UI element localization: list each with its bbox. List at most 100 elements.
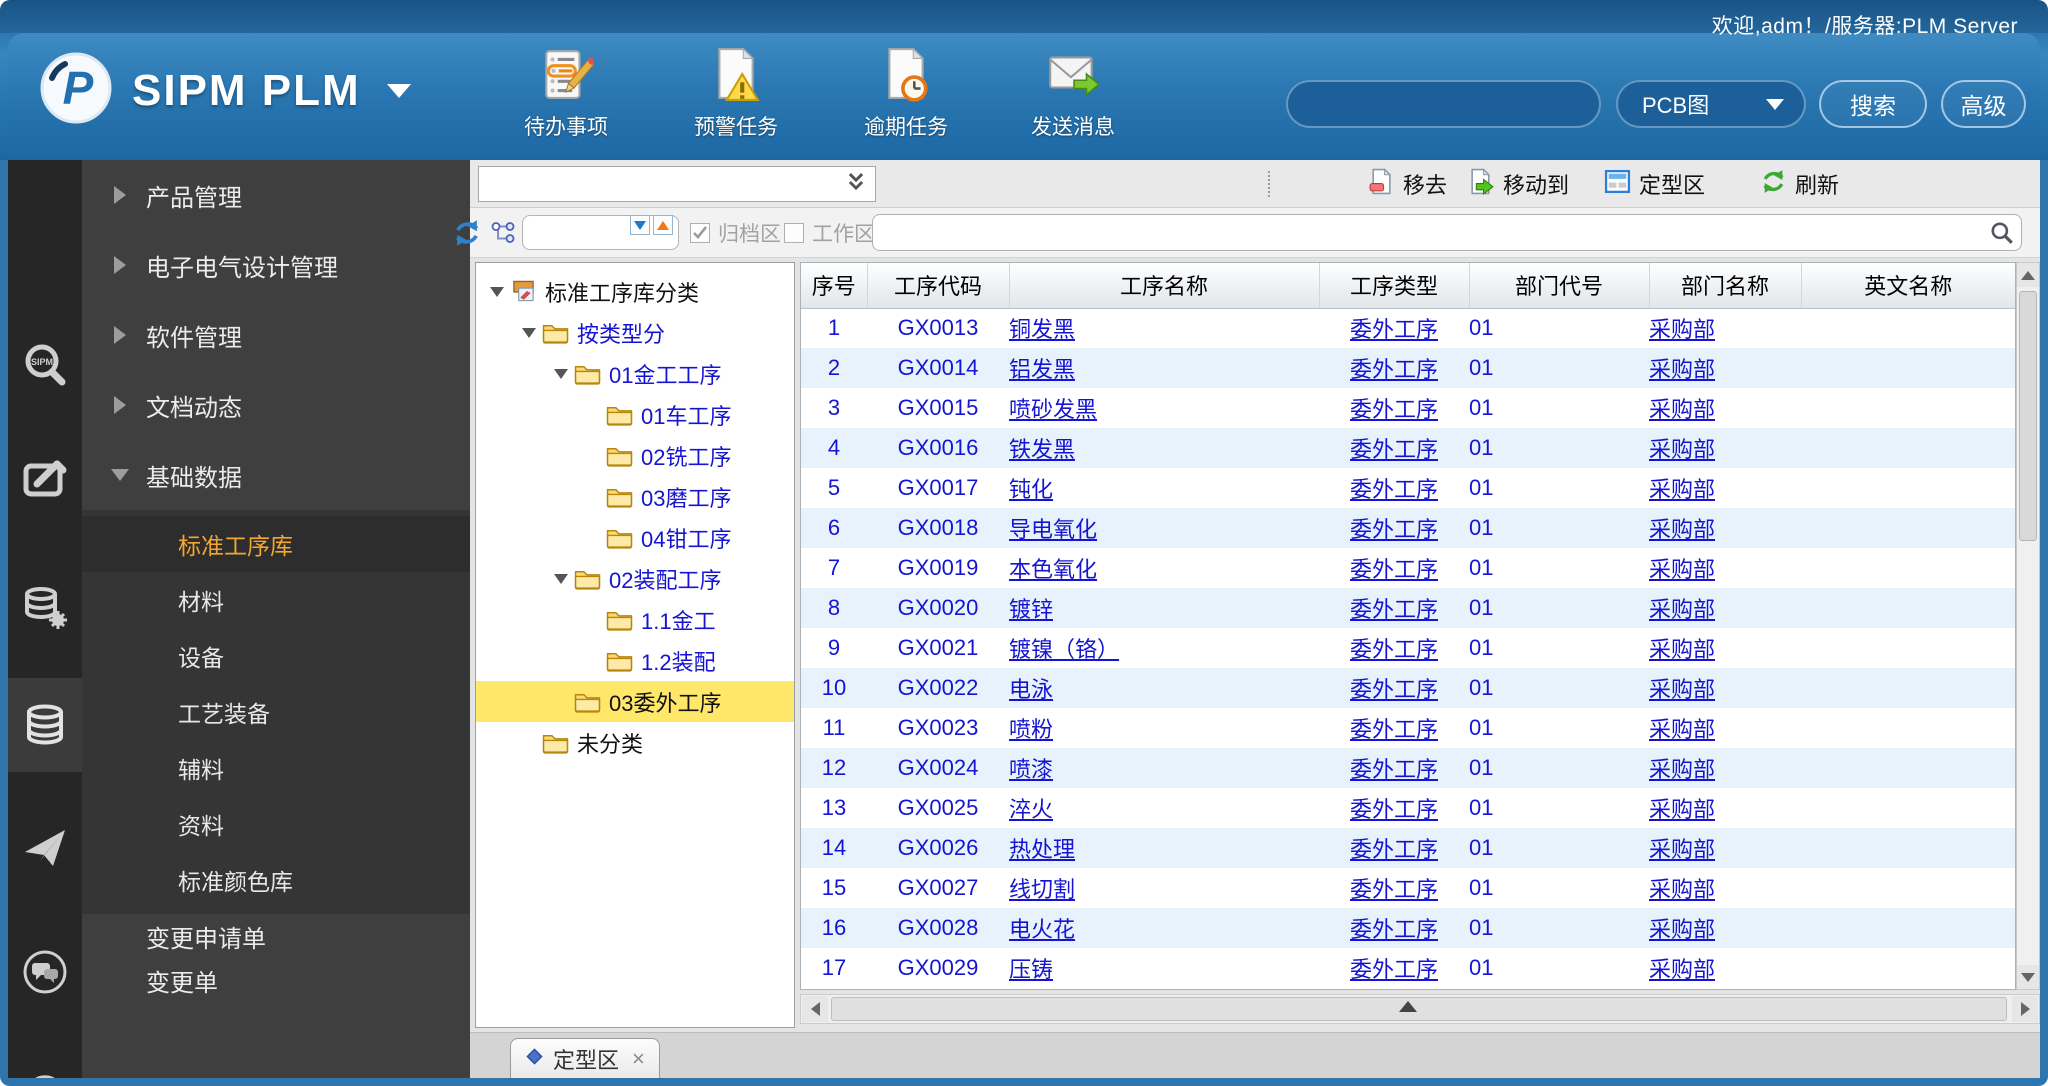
table-row[interactable]: 1 GX0013 铜发黑 委外工序 01 采购部 bbox=[801, 308, 2015, 348]
tab-finalize-area[interactable]: 定型区 × bbox=[510, 1038, 660, 1079]
scroll-right-button[interactable] bbox=[2012, 996, 2038, 1022]
cell-name[interactable]: 线切割 bbox=[1009, 868, 1319, 908]
cell-name[interactable]: 压铸 bbox=[1009, 948, 1319, 988]
cell-name[interactable]: 铜发黑 bbox=[1009, 308, 1319, 348]
cell-type[interactable]: 委外工序 bbox=[1319, 348, 1469, 388]
advanced-search-button[interactable]: 高级 bbox=[1941, 80, 2026, 128]
cell-type[interactable]: 委外工序 bbox=[1319, 308, 1469, 348]
cell-name[interactable]: 镀锌 bbox=[1009, 588, 1319, 628]
sidebar-subitem[interactable]: 工艺装备 bbox=[82, 684, 470, 740]
archive-area-checkbox[interactable] bbox=[690, 223, 710, 243]
cell-dcode[interactable]: 01 bbox=[1469, 708, 1649, 748]
cell-code[interactable]: GX0026 bbox=[867, 828, 1009, 868]
tree-expand-arrow-icon[interactable] bbox=[550, 568, 572, 590]
tree-node[interactable]: 01金工工序 bbox=[476, 353, 794, 394]
cell-dcode[interactable]: 01 bbox=[1469, 788, 1649, 828]
cell-dname[interactable]: 采购部 bbox=[1649, 748, 1801, 788]
sidebar-item[interactable]: 软件管理 bbox=[82, 300, 470, 370]
tree-node[interactable]: 03磨工序 bbox=[476, 476, 794, 517]
cell-dcode[interactable]: 01 bbox=[1469, 388, 1649, 428]
refresh-button[interactable]: 刷新 bbox=[1760, 160, 1839, 208]
cell-type[interactable]: 委外工序 bbox=[1319, 588, 1469, 628]
cell-dcode[interactable]: 01 bbox=[1469, 828, 1649, 868]
table-row[interactable]: 17 GX0029 压铸 委外工序 01 采购部 bbox=[801, 948, 2015, 988]
vertical-scrollbar[interactable] bbox=[2016, 262, 2040, 990]
collapse-arrow-icon[interactable] bbox=[108, 323, 132, 347]
cell-dcode[interactable]: 01 bbox=[1469, 948, 1649, 988]
cell-type[interactable]: 委外工序 bbox=[1319, 788, 1469, 828]
table-row[interactable]: 13 GX0025 淬火 委外工序 01 采购部 bbox=[801, 788, 2015, 828]
move-down-button[interactable] bbox=[630, 215, 650, 235]
cell-code[interactable]: GX0021 bbox=[867, 628, 1009, 668]
cell-type[interactable]: 委外工序 bbox=[1319, 708, 1469, 748]
cell-name[interactable]: 喷漆 bbox=[1009, 748, 1319, 788]
cell-code[interactable]: GX0019 bbox=[867, 548, 1009, 588]
cell-code[interactable]: GX0029 bbox=[867, 948, 1009, 988]
table-row[interactable]: 4 GX0016 铁发黑 委外工序 01 采购部 bbox=[801, 428, 2015, 468]
cell-type[interactable]: 委外工序 bbox=[1319, 668, 1469, 708]
table-row[interactable]: 16 GX0028 电火花 委外工序 01 采购部 bbox=[801, 908, 2015, 948]
cell-dname[interactable]: 采购部 bbox=[1649, 668, 1801, 708]
tree-refresh-icon[interactable] bbox=[452, 218, 482, 253]
scroll-up-button[interactable] bbox=[2017, 263, 2039, 287]
cell-code[interactable]: GX0014 bbox=[867, 348, 1009, 388]
cell-code[interactable]: GX0015 bbox=[867, 388, 1009, 428]
tree-expand-arrow-icon[interactable] bbox=[486, 281, 508, 303]
remove-button[interactable]: 移去 bbox=[1368, 160, 1447, 208]
tree-expand-arrow-icon[interactable] bbox=[550, 363, 572, 385]
cell-name[interactable]: 本色氧化 bbox=[1009, 548, 1319, 588]
table-row[interactable]: 11 GX0023 喷粉 委外工序 01 采购部 bbox=[801, 708, 2015, 748]
sidebar-item[interactable]: 基础数据 bbox=[82, 440, 470, 510]
cell-code[interactable]: GX0013 bbox=[867, 308, 1009, 348]
tree-node[interactable]: 01车工序 bbox=[476, 394, 794, 435]
database-icon[interactable] bbox=[22, 702, 68, 748]
expand-arrow-icon[interactable] bbox=[108, 463, 132, 487]
sidebar-item[interactable]: 电子电气设计管理 bbox=[82, 230, 470, 300]
global-search-input[interactable] bbox=[1286, 80, 1601, 128]
cell-dname[interactable]: 采购部 bbox=[1649, 828, 1801, 868]
cell-dname[interactable]: 采购部 bbox=[1649, 948, 1801, 988]
cell-dname[interactable]: 采购部 bbox=[1649, 628, 1801, 668]
cell-name[interactable]: 喷粉 bbox=[1009, 708, 1319, 748]
cell-dcode[interactable]: 01 bbox=[1469, 508, 1649, 548]
tree-expand-arrow-icon[interactable] bbox=[518, 322, 540, 344]
chat-icon[interactable] bbox=[22, 949, 68, 995]
sidebar-item[interactable]: 产品管理 bbox=[82, 160, 470, 230]
tree-node[interactable]: 04钳工序 bbox=[476, 517, 794, 558]
collapse-arrow-icon[interactable] bbox=[108, 393, 132, 417]
table-header[interactable]: 序号 工序代码 工序名称 工序类型 部门代号 部门名称 英文名称 bbox=[801, 263, 2015, 309]
horizontal-scroll-thumb[interactable] bbox=[831, 997, 2007, 1021]
toolbar-item-todo[interactable]: 待办事项 bbox=[500, 46, 632, 141]
collapse-arrow-icon[interactable] bbox=[108, 253, 132, 277]
column-header[interactable]: 部门名称 bbox=[1649, 263, 1802, 309]
cell-name[interactable]: 电火花 bbox=[1009, 908, 1319, 948]
cell-dcode[interactable]: 01 bbox=[1469, 668, 1649, 708]
cell-type[interactable]: 委外工序 bbox=[1319, 908, 1469, 948]
sidebar-item[interactable]: 文档动态 bbox=[82, 370, 470, 440]
cell-code[interactable]: GX0027 bbox=[867, 868, 1009, 908]
cell-name[interactable]: 镀镍（铬） bbox=[1009, 628, 1319, 668]
cell-dname[interactable]: 采购部 bbox=[1649, 428, 1801, 468]
work-area-checkbox[interactable] bbox=[784, 223, 804, 243]
view-dropdown[interactable] bbox=[478, 166, 876, 202]
table-search-input[interactable] bbox=[883, 215, 1983, 250]
cell-code[interactable]: GX0024 bbox=[867, 748, 1009, 788]
tab-close-icon[interactable]: × bbox=[632, 1046, 645, 1072]
cell-code[interactable]: GX0017 bbox=[867, 468, 1009, 508]
search-button[interactable]: 搜索 bbox=[1819, 80, 1927, 128]
cell-code[interactable]: GX0020 bbox=[867, 588, 1009, 628]
cell-type[interactable]: 委外工序 bbox=[1319, 468, 1469, 508]
table-row[interactable]: 10 GX0022 电泳 委外工序 01 采购部 bbox=[801, 668, 2015, 708]
cell-type[interactable]: 委外工序 bbox=[1319, 388, 1469, 428]
search-magnifier-icon[interactable] bbox=[1989, 220, 2015, 251]
cell-dcode[interactable]: 01 bbox=[1469, 468, 1649, 508]
column-header[interactable]: 工序代码 bbox=[867, 263, 1010, 309]
edit-pad-icon[interactable] bbox=[22, 455, 68, 501]
tree-node[interactable]: 02铣工序 bbox=[476, 435, 794, 476]
finalize-area-button[interactable]: 定型区 bbox=[1604, 160, 1705, 208]
cell-name[interactable]: 铝发黑 bbox=[1009, 348, 1319, 388]
cell-dcode[interactable]: 01 bbox=[1469, 908, 1649, 948]
table-row[interactable]: 8 GX0020 镀锌 委外工序 01 采购部 bbox=[801, 588, 2015, 628]
cell-name[interactable]: 导电氧化 bbox=[1009, 508, 1319, 548]
sipm-search-icon[interactable]: SIPM bbox=[22, 342, 68, 388]
